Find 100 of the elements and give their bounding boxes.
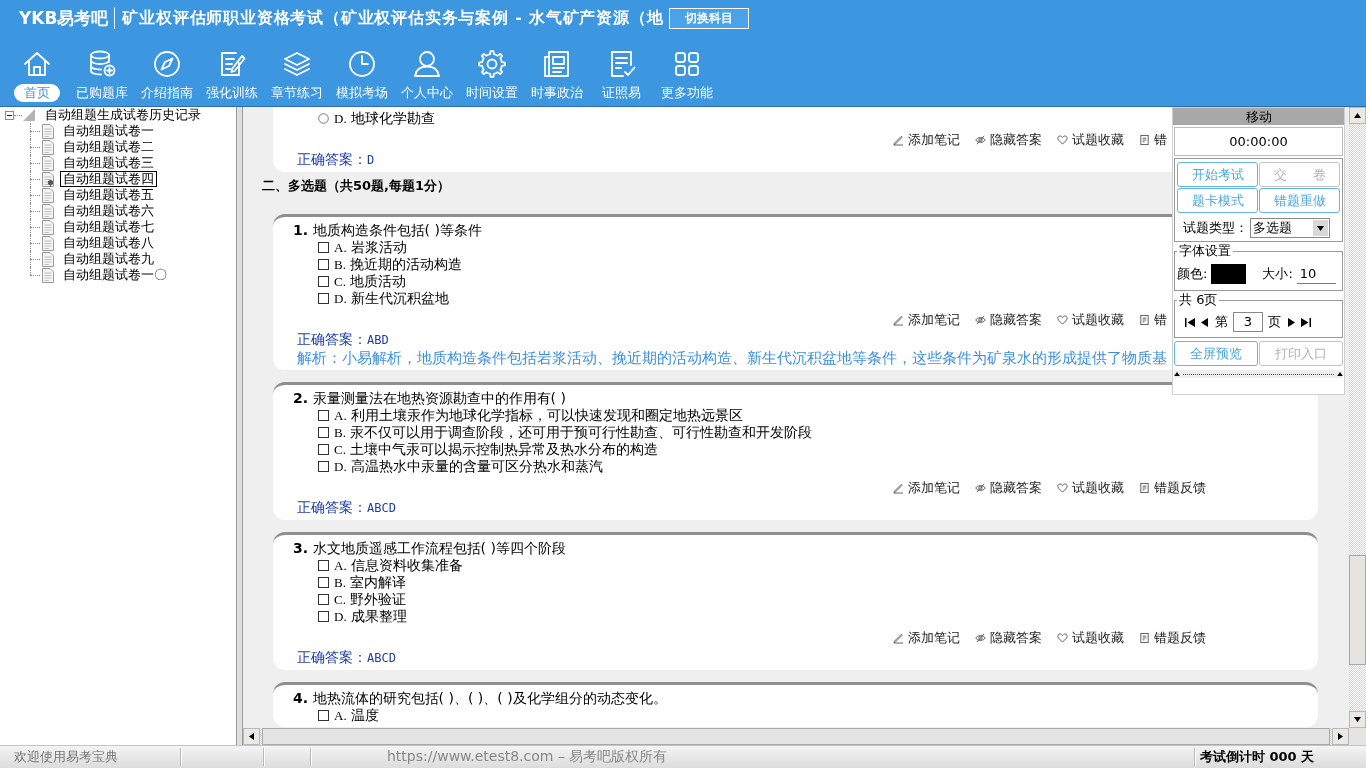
vertical-scrollbar[interactable]: [1349, 107, 1366, 728]
feedback-button[interactable]: 错题反馈: [1139, 479, 1206, 497]
document-icon: [42, 155, 54, 171]
checkbox[interactable]: [318, 577, 329, 588]
tree-item[interactable]: 自动组题试卷八: [60, 235, 157, 251]
add-note-button[interactable]: 添加笔记: [893, 629, 960, 647]
scroll-up-button[interactable]: [1349, 107, 1366, 124]
add-note-button[interactable]: 添加笔记: [893, 131, 960, 149]
hide-answer-button[interactable]: 隐藏答案: [975, 131, 1042, 149]
scrollbar-thumb[interactable]: [1349, 555, 1366, 665]
tree-item[interactable]: 自动组题试卷一〇: [60, 267, 170, 283]
triangle-down-icon: [1354, 717, 1361, 722]
document-icon: [42, 139, 54, 155]
option-text: C. 土壤中气汞可以揭示控制热异常及热水分布的构造: [334, 440, 659, 459]
radio-button[interactable]: [318, 113, 329, 124]
heart-icon: [1057, 632, 1068, 644]
checkbox[interactable]: [318, 410, 329, 421]
scroll-left-button[interactable]: [243, 728, 260, 745]
checkbox[interactable]: [318, 259, 329, 270]
checkbox[interactable]: [318, 710, 329, 721]
checkbox[interactable]: [318, 560, 329, 571]
checkbox[interactable]: [318, 427, 329, 438]
option-text: B. 挽近期的活动构造: [334, 255, 463, 274]
tree-item[interactable]: 自动组题试卷二: [60, 139, 157, 155]
document-icon: [42, 251, 54, 267]
collapse-icon[interactable]: [5, 110, 14, 120]
favorite-button[interactable]: 试题收藏: [1057, 629, 1124, 647]
scroll-right-button[interactable]: [1332, 728, 1349, 745]
tree-item[interactable]: 自动组题试卷五: [60, 187, 157, 203]
add-note-button[interactable]: 添加笔记: [893, 479, 960, 497]
hide-answer-button[interactable]: 隐藏答案: [975, 629, 1042, 647]
option-text: D. 成果整理: [334, 607, 408, 626]
question-stem: 1. 地质构造条件包括( )等条件: [293, 222, 482, 239]
copyright-text: https://www.etest8.com – 易考吧版权所有: [386, 748, 669, 766]
favorite-button[interactable]: 试题收藏: [1057, 479, 1124, 497]
hide-answer-button[interactable]: 隐藏答案: [975, 479, 1042, 497]
document-icon: [42, 219, 54, 235]
caret-down-icon: [1317, 225, 1324, 231]
correct-answer: 正确答案：ABD: [297, 330, 389, 349]
feedback-button[interactable]: 错: [1139, 131, 1167, 149]
document-icon: [1139, 482, 1150, 494]
triangle-left-icon: [249, 733, 254, 740]
tree-item[interactable]: 自动组题试卷三: [60, 155, 157, 171]
page-field[interactable]: 3: [1233, 312, 1263, 332]
triangle-icon: [22, 108, 36, 122]
add-note-button[interactable]: 添加笔记: [893, 311, 960, 329]
tree-root-item[interactable]: 自动组题生成试卷历史记录: [42, 107, 204, 123]
option-text: C. 野外验证: [334, 590, 407, 609]
option-text: A. 信息资料收集准备: [334, 556, 464, 575]
document-pin-icon: [42, 171, 54, 187]
type-select[interactable]: 多选题: [1250, 218, 1330, 238]
group-legend: 共 6页: [1177, 293, 1220, 307]
next-page-icon[interactable]: [1286, 317, 1296, 327]
checkbox[interactable]: [318, 594, 329, 605]
tree-item[interactable]: 自动组题试卷一: [60, 123, 157, 139]
settings-icon: [475, 48, 508, 80]
option-text: C. 地质活动: [334, 272, 407, 291]
panel-title[interactable]: 移动: [1173, 108, 1344, 125]
tree-item[interactable]: 自动组题试卷七: [60, 219, 157, 235]
document-icon: [1139, 632, 1150, 644]
feedback-button[interactable]: 错题反馈: [1139, 629, 1206, 647]
last-page-icon[interactable]: [1301, 317, 1311, 327]
color-swatch[interactable]: [1211, 264, 1247, 284]
pencil-icon: [893, 134, 904, 146]
section-heading: 二、多选题（共50题,每题1分）: [262, 177, 451, 194]
feedback-button[interactable]: 错: [1139, 311, 1167, 329]
font-size-field[interactable]: 10: [1296, 264, 1336, 284]
triangle-right-icon: [1338, 733, 1343, 740]
checkbox[interactable]: [318, 293, 329, 304]
option-text: D. 高温热水中汞量的含量可区分热水和蒸汽: [334, 457, 604, 476]
eye-icon: [975, 632, 986, 644]
checkbox[interactable]: [318, 242, 329, 253]
previous-page-icon[interactable]: [1200, 317, 1210, 327]
document-icon: [42, 235, 54, 251]
hide-answer-button[interactable]: 隐藏答案: [975, 311, 1042, 329]
option-text: B. 汞不仅可以用于调查阶段，还可用于预可行性勘查、可行性勘查和开发阶段: [334, 423, 813, 442]
timer-display: 00:00:00: [1174, 127, 1343, 156]
tree-item[interactable]: 自动组题试卷六: [60, 203, 157, 219]
group-legend: 字体设置: [1177, 244, 1233, 258]
correct-answer: 正确答案：ABCD: [297, 498, 396, 517]
pencil-icon: [893, 314, 904, 326]
answer-analysis: 解析：小易解析，地质构造条件包括岩浆活动、挽近期的活动构造、新生代沉积盆地等条件，这些条件为矿泉水的形成提供了物质基: [297, 349, 1167, 367]
checkbox[interactable]: [318, 611, 329, 622]
favorite-button[interactable]: 试题收藏: [1057, 131, 1124, 149]
exam-title: 矿业权评估师职业资格考试（矿业权评估实务与案例 - 水气矿产资源（地: [122, 7, 664, 29]
triangle-up-icon: [1354, 113, 1361, 118]
first-page-icon[interactable]: [1185, 317, 1195, 327]
document-icon: [42, 203, 54, 219]
correct-answer: 正确答案：D: [297, 150, 375, 169]
scrollbar-corner: [1349, 728, 1366, 745]
checkbox[interactable]: [318, 461, 329, 472]
tree-item[interactable]: 自动组题试卷四: [60, 171, 157, 187]
checkbox[interactable]: [318, 276, 329, 287]
tree-item[interactable]: 自动组题试卷九: [60, 251, 157, 267]
heart-icon: [1057, 134, 1068, 146]
checkbox[interactable]: [318, 444, 329, 455]
question-stem: 3. 水文地质遥感工作流程包括( )等四个阶段: [293, 540, 566, 557]
scroll-down-button[interactable]: [1349, 711, 1366, 728]
pencil-icon: [893, 482, 904, 494]
favorite-button[interactable]: 试题收藏: [1057, 311, 1124, 329]
